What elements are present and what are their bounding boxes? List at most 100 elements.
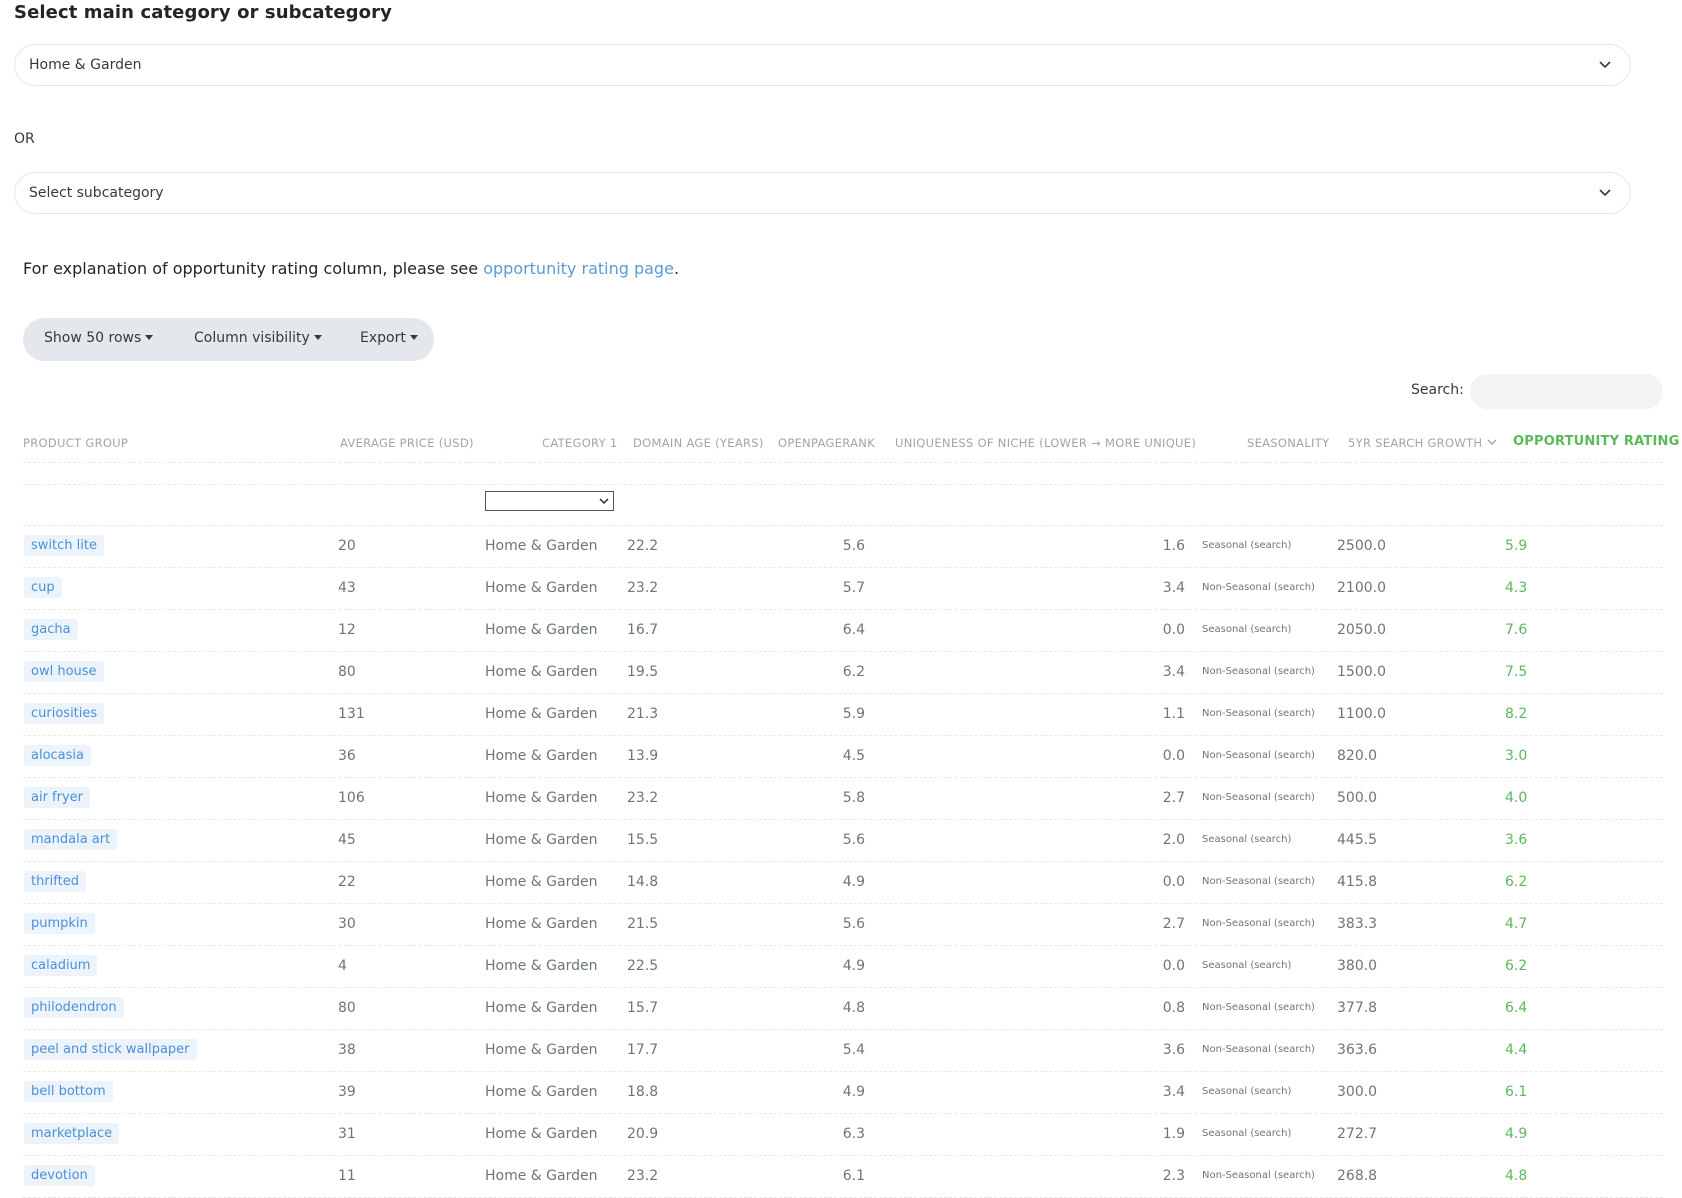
col-header-domain-age[interactable]: DOMAIN AGE (YEARS) — [633, 436, 764, 450]
product-group-link[interactable]: philodendron — [24, 997, 124, 1018]
openpagerank-cell: 6.3 — [842, 1126, 865, 1142]
seasonality-cell: Non-Seasonal (search) — [1202, 1170, 1315, 1181]
category-cell: Home & Garden — [485, 958, 598, 974]
column-visibility-label: Column visibility — [194, 330, 310, 346]
product-group-link[interactable]: cup — [24, 577, 62, 598]
product-group-cell: peel and stick wallpaper — [24, 1039, 197, 1060]
opportunity-rating-link[interactable]: opportunity rating page — [483, 259, 674, 278]
product-group-cell: pumpkin — [24, 913, 95, 934]
col-header-seasonality[interactable]: SEASONALITY — [1247, 436, 1329, 450]
growth-cell: 2100.0 — [1337, 580, 1386, 596]
seasonality-cell: Seasonal (search) — [1202, 624, 1292, 635]
growth-header-label: 5YR SEARCH GROWTH — [1348, 436, 1483, 450]
category1-filter-select[interactable] — [485, 491, 614, 511]
product-group-link[interactable]: mandala art — [24, 829, 118, 850]
product-group-link[interactable]: pumpkin — [24, 913, 95, 934]
product-group-link[interactable]: curiosities — [24, 703, 105, 724]
col-header-openpagerank[interactable]: OPENPAGERANK — [778, 436, 875, 450]
search-input[interactable] — [1470, 374, 1663, 409]
growth-cell: 268.8 — [1337, 1168, 1378, 1184]
main-category-select[interactable]: Home & Garden — [14, 44, 1631, 86]
product-group-cell: caladium — [24, 955, 98, 976]
opportunity-rating-cell: 4.8 — [1505, 1168, 1528, 1184]
col-header-average-price[interactable]: AVERAGE PRICE (USD) — [340, 436, 474, 450]
page-title: Select main category or subcategory — [14, 2, 392, 23]
product-group-cell: devotion — [24, 1165, 95, 1186]
export-label: Export — [360, 330, 406, 346]
header-divider — [23, 462, 1663, 463]
seasonality-cell: Seasonal (search) — [1202, 960, 1292, 971]
average-price-cell: 80 — [338, 664, 356, 680]
openpagerank-cell: 6.2 — [842, 664, 865, 680]
col-header-product-group[interactable]: PRODUCT GROUP — [23, 436, 128, 450]
column-visibility-button[interactable]: Column visibility — [194, 330, 322, 346]
product-group-link[interactable]: marketplace — [24, 1123, 120, 1144]
filter-divider-top — [23, 484, 1663, 485]
uniqueness-cell: 2.0 — [1162, 832, 1185, 848]
openpagerank-cell: 5.6 — [842, 916, 865, 932]
openpagerank-cell: 6.4 — [842, 622, 865, 638]
subcategory-select[interactable]: Select subcategory — [14, 172, 1631, 214]
uniqueness-cell: 0.0 — [1162, 874, 1185, 890]
col-header-category1[interactable]: CATEGORY 1 — [542, 436, 618, 450]
product-group-link[interactable]: peel and stick wallpaper — [24, 1039, 197, 1060]
seasonality-cell: Seasonal (search) — [1202, 834, 1292, 845]
opportunity-rating-cell: 4.0 — [1505, 790, 1528, 806]
domain-age-cell: 22.2 — [627, 538, 659, 554]
growth-cell: 2050.0 — [1337, 622, 1386, 638]
growth-cell: 1500.0 — [1337, 664, 1386, 680]
chevron-down-icon — [599, 498, 609, 504]
product-group-cell: philodendron — [24, 997, 124, 1018]
average-price-cell: 4 — [338, 958, 347, 974]
opportunity-rating-cell: 7.5 — [1505, 664, 1528, 680]
category-cell: Home & Garden — [485, 1000, 598, 1016]
product-group-link[interactable]: gacha — [24, 619, 78, 640]
product-group-link[interactable]: switch lite — [24, 535, 104, 556]
seasonality-cell: Non-Seasonal (search) — [1202, 1044, 1315, 1055]
table-row: gacha 12 Home & Garden 16.7 6.4 0.0 Seasonal (… — [0, 610, 1682, 652]
category-cell: Home & Garden — [485, 916, 598, 932]
uniqueness-cell: 3.6 — [1162, 1042, 1185, 1058]
uniqueness-cell: 3.4 — [1162, 1084, 1185, 1100]
domain-age-cell: 23.2 — [627, 580, 659, 596]
col-header-opportunity-rating[interactable]: OPPORTUNITY RATING — [1513, 434, 1679, 449]
category-cell: Home & Garden — [485, 1126, 598, 1142]
export-button[interactable]: Export — [360, 330, 418, 346]
growth-cell: 1100.0 — [1337, 706, 1386, 722]
table-row: mandala art 45 Home & Garden 15.5 5.6 2.0 Seas… — [0, 820, 1682, 862]
category-cell: Home & Garden — [485, 1042, 598, 1058]
caret-down-icon — [313, 335, 322, 340]
explanation-text: For explanation of opportunity rating co… — [23, 259, 679, 278]
growth-cell: 272.7 — [1337, 1126, 1378, 1142]
category-cell: Home & Garden — [485, 832, 598, 848]
col-header-growth[interactable]: 5YR SEARCH GROWTH — [1348, 436, 1497, 450]
product-group-link[interactable]: air fryer — [24, 787, 91, 808]
openpagerank-cell: 4.8 — [842, 1000, 865, 1016]
openpagerank-cell: 5.6 — [842, 832, 865, 848]
product-group-link[interactable]: thrifted — [24, 871, 86, 892]
col-header-uniqueness[interactable]: UNIQUENESS OF NICHE (LOWER → MORE UNIQUE… — [895, 436, 1196, 450]
or-label: OR — [14, 131, 35, 147]
uniqueness-cell: 0.0 — [1162, 622, 1185, 638]
product-group-cell: thrifted — [24, 871, 86, 892]
table-row: peel and stick wallpaper 38 Home & Garden 1… — [0, 1030, 1682, 1072]
opportunity-rating-cell: 5.9 — [1505, 538, 1528, 554]
average-price-cell: 39 — [338, 1084, 356, 1100]
opportunity-rating-cell: 6.2 — [1505, 958, 1528, 974]
product-group-link[interactable]: bell bottom — [24, 1081, 113, 1102]
product-group-link[interactable]: caladium — [24, 955, 98, 976]
product-group-link[interactable]: owl house — [24, 661, 104, 682]
product-group-link[interactable]: alocasia — [24, 745, 91, 766]
product-group-link[interactable]: devotion — [24, 1165, 95, 1186]
explanation-suffix: . — [673, 259, 680, 278]
category-cell: Home & Garden — [485, 1168, 598, 1184]
average-price-cell: 11 — [338, 1168, 356, 1184]
average-price-cell: 38 — [338, 1042, 356, 1058]
show-rows-button[interactable]: Show 50 rows — [44, 330, 154, 346]
average-price-cell: 20 — [338, 538, 356, 554]
seasonality-cell: Non-Seasonal (search) — [1202, 666, 1315, 677]
growth-cell: 445.5 — [1337, 832, 1378, 848]
uniqueness-cell: 1.1 — [1162, 706, 1185, 722]
opportunity-rating-cell: 8.2 — [1505, 706, 1528, 722]
category-cell: Home & Garden — [485, 748, 598, 764]
